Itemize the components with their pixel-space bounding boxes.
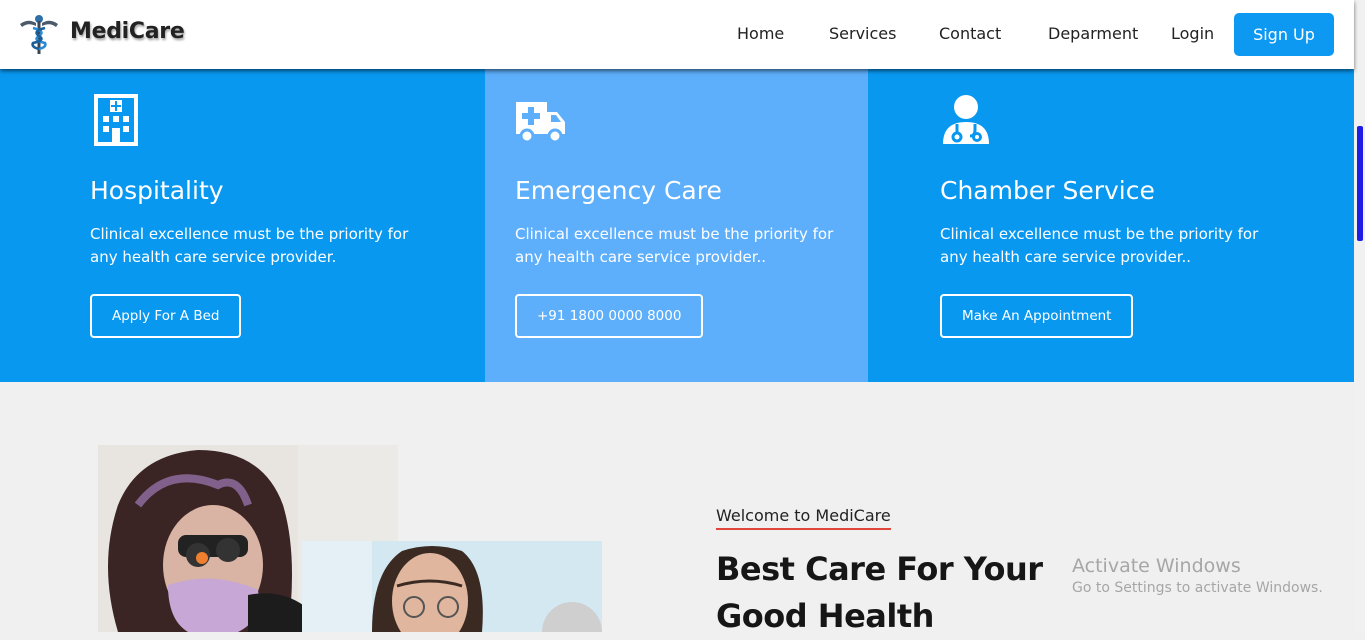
nav-department[interactable]: Deparment	[1048, 24, 1138, 43]
doctor-patient-photo	[302, 541, 602, 632]
site-header: MediCare Home Services Contact Deparment…	[0, 0, 1354, 69]
make-appointment-button[interactable]: Make An Appointment	[940, 294, 1134, 338]
service-title: Chamber Service	[940, 176, 1155, 205]
service-title: Hospitality	[90, 176, 224, 205]
apply-bed-button[interactable]: Apply For A Bed	[90, 294, 242, 338]
nav-contact[interactable]: Contact	[939, 24, 1001, 43]
ambulance-icon	[516, 102, 565, 144]
welcome-headline: Best Care For Your Good Health	[716, 550, 1043, 635]
service-description: Clinical excellence must be the priority…	[90, 225, 409, 266]
signup-button[interactable]: Sign Up	[1234, 13, 1334, 56]
brand-name[interactable]: MediCare	[70, 19, 185, 44]
service-card-emergency: Emergency Care Clinical excellence must …	[485, 69, 868, 382]
services-section: Hospitality Clinical excellence must be …	[0, 69, 1354, 382]
service-description: Clinical excellence must be the priority…	[940, 225, 1259, 266]
service-card-hospitality: Hospitality Clinical excellence must be …	[0, 69, 485, 382]
nav-services[interactable]: Services	[829, 24, 896, 43]
activate-windows-title: Activate Windows	[1072, 555, 1241, 577]
nav-login[interactable]: Login	[1171, 24, 1214, 43]
activate-windows-subtitle: Go to Settings to activate Windows.	[1072, 580, 1323, 596]
scrollbar-thumb[interactable]	[1357, 126, 1363, 241]
nav-home[interactable]: Home	[737, 24, 784, 43]
service-title: Emergency Care	[515, 176, 722, 205]
welcome-tagline: Welcome to MediCare	[716, 506, 891, 530]
page-scrollbar[interactable]	[1354, 0, 1365, 632]
hospital-building-icon	[94, 94, 138, 146]
service-card-chamber: Chamber Service Clinical excellence must…	[868, 69, 1354, 382]
service-description: Clinical excellence must be the priority…	[515, 225, 834, 266]
doctor-icon	[943, 95, 989, 144]
emergency-phone-button[interactable]: +91 1800 0000 8000	[515, 294, 704, 338]
caduceus-logo-icon[interactable]	[18, 12, 60, 56]
